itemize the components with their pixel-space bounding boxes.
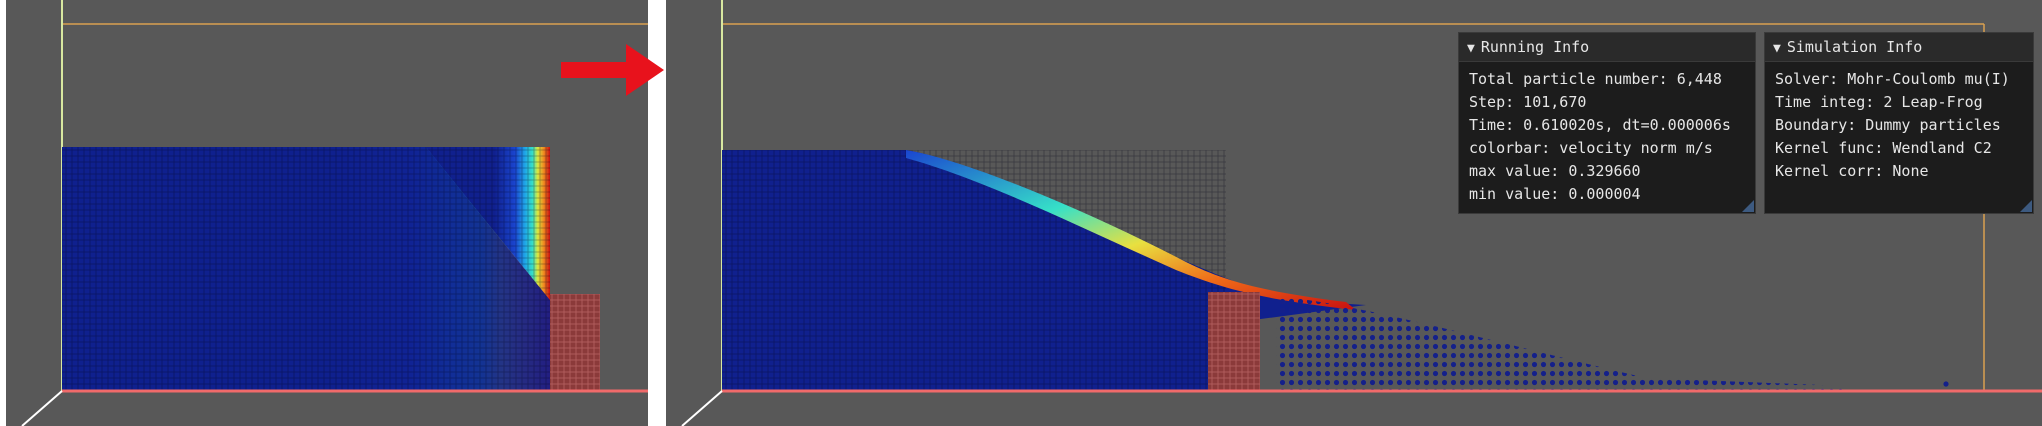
info-solver: Solver: Mohr-Coulomb mu(I): [1775, 70, 2010, 88]
info-time: Time: 0.610020s, dt=0.000006s: [1469, 116, 1731, 134]
viewport-initial-state[interactable]: [6, 0, 648, 426]
info-min-value: min value: 0.000004: [1469, 185, 1641, 203]
info-kernel-corr: Kernel corr: None: [1775, 162, 1929, 180]
gate-boundary-particles: [1208, 292, 1260, 391]
resize-grip-icon[interactable]: [1742, 200, 1754, 212]
simulation-info-header[interactable]: ▼ Simulation Info: [1765, 33, 2033, 62]
simulation-info-panel[interactable]: ▼ Simulation Info Solver: Mohr-Coulomb mu…: [1764, 32, 2034, 214]
triangle-down-icon: ▼: [1467, 41, 1475, 56]
info-step: Step: 101,670: [1469, 93, 1587, 111]
info-time-integ: Time integ: 2 Leap-Frog: [1775, 93, 1983, 111]
triangle-down-icon: ▼: [1773, 41, 1781, 56]
running-info-header[interactable]: ▼ Running Info: [1459, 33, 1755, 62]
running-info-panel[interactable]: ▼ Running Info Total particle number: 6,4…: [1458, 32, 1756, 214]
info-kernel-func: Kernel func: Wendland C2: [1775, 139, 1992, 157]
info-max-value: max value: 0.329660: [1469, 162, 1641, 180]
info-total-particles: Total particle number: 6,448: [1469, 70, 1722, 88]
scene-initial: [21, 0, 648, 426]
red-right-arrow-icon: [561, 44, 664, 96]
resize-grip-icon[interactable]: [2020, 200, 2032, 212]
info-colorbar: colorbar: velocity norm m/s: [1469, 139, 1713, 157]
info-boundary: Boundary: Dummy particles: [1775, 116, 2001, 134]
runout-particles: [1276, 296, 1846, 391]
axis-z-line: [681, 390, 723, 426]
gate-boundary-particles: [550, 294, 600, 391]
axis-z-line: [21, 390, 63, 426]
